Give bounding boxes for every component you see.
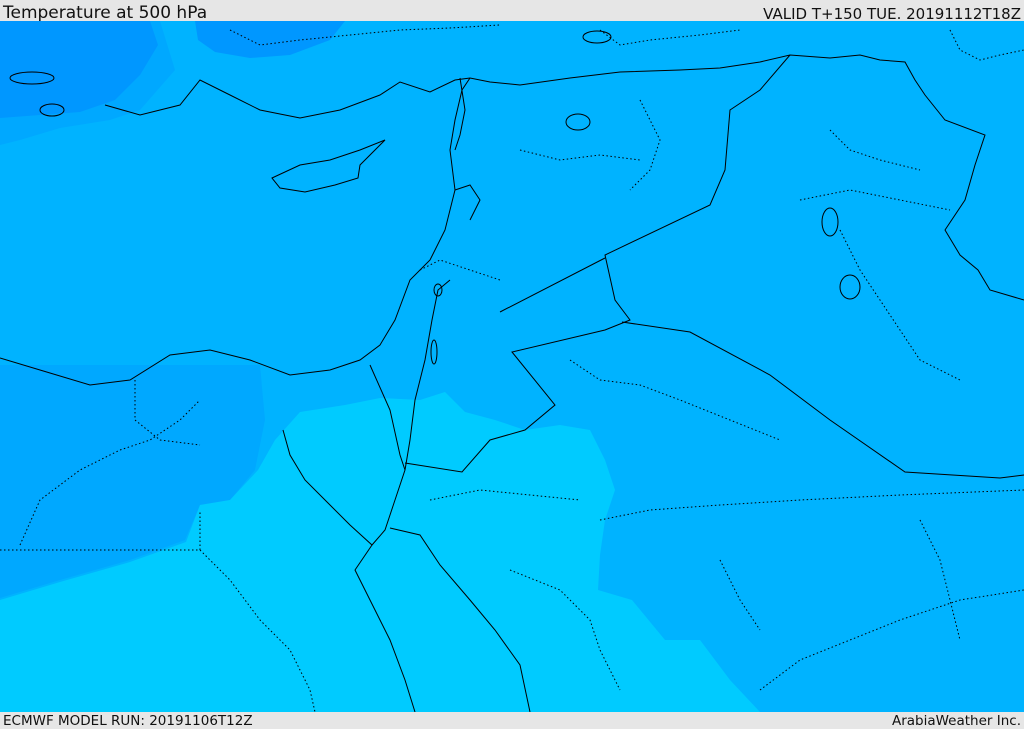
model-run-label: ECMWF MODEL RUN: 20191106T12Z (3, 713, 253, 729)
credit-label: ArabiaWeather Inc. (891, 713, 1021, 729)
map-title: Temperature at 500 hPa (3, 3, 208, 23)
temperature-map (0, 21, 1024, 712)
